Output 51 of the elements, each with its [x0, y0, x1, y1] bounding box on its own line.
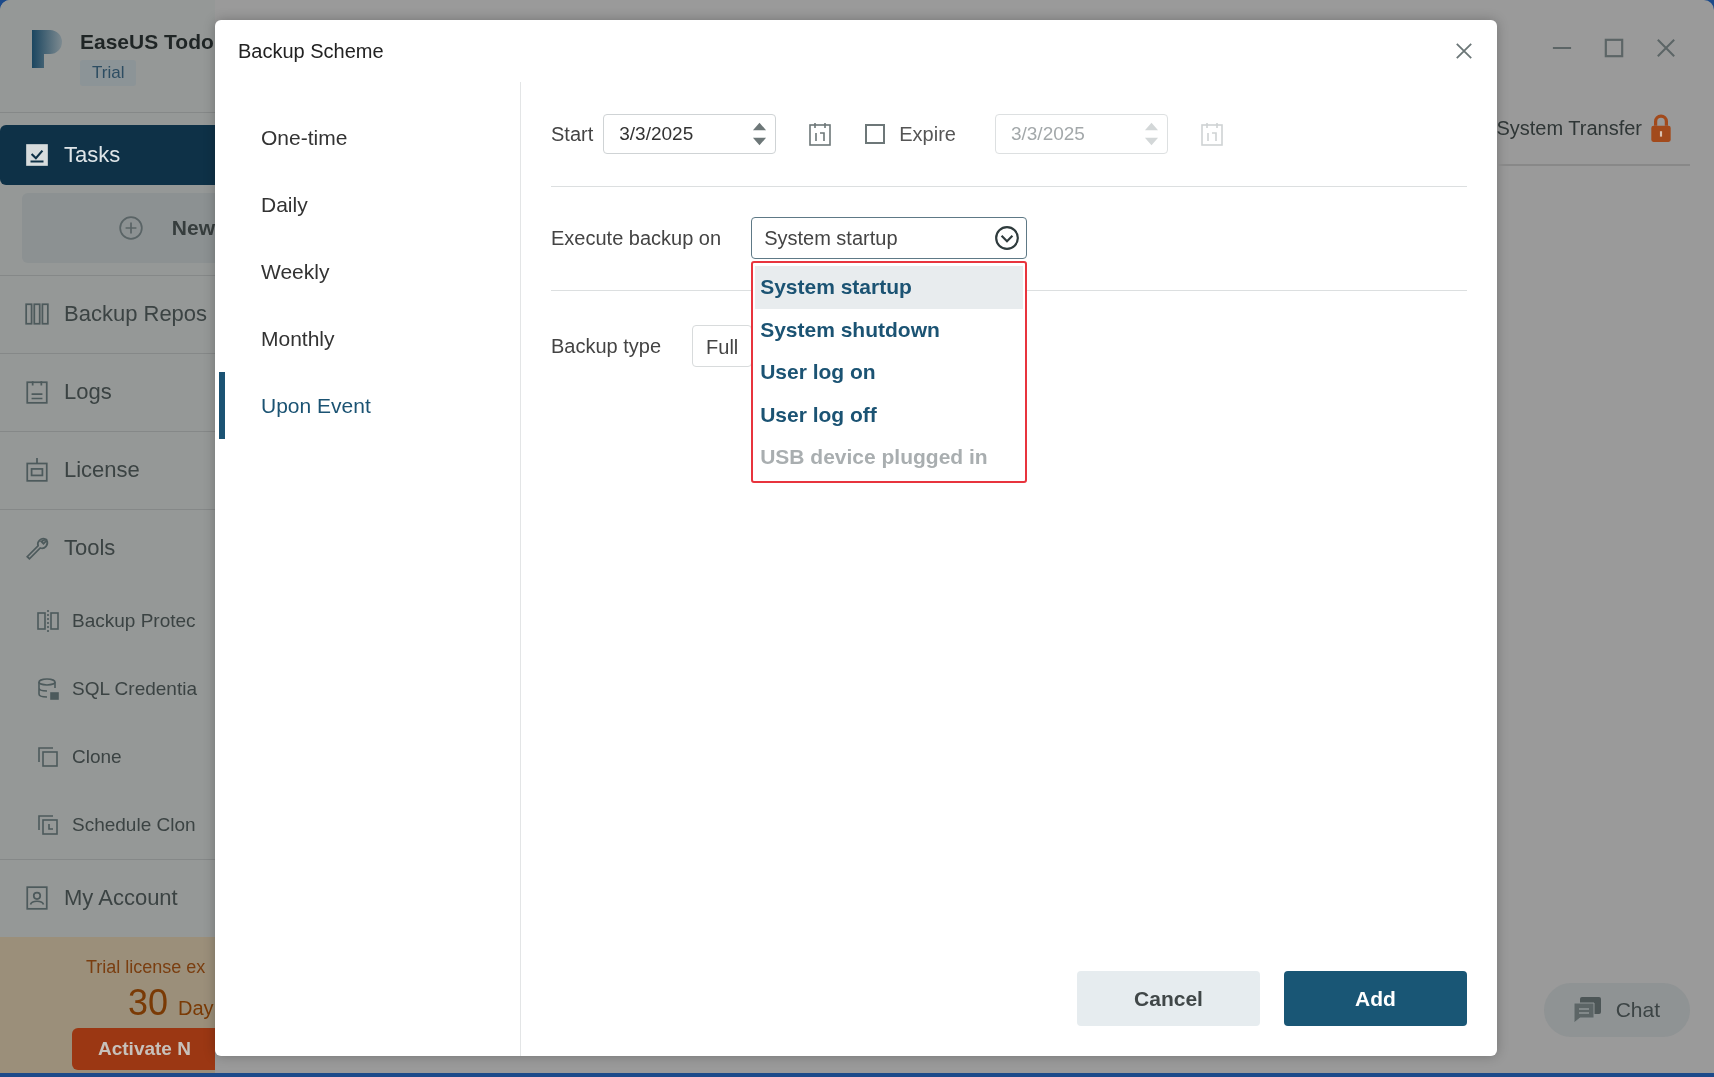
copy-icon [36, 744, 60, 769]
columns-icon [24, 301, 50, 328]
badge-icon [24, 457, 50, 484]
expire-label: Expire [899, 122, 956, 146]
nav-item[interactable]: Clone [0, 722, 215, 791]
nav-item[interactable]: SQL Credentia [0, 654, 215, 723]
database-lock-icon [36, 676, 60, 701]
nav-item[interactable]: Backup Protec [0, 586, 215, 655]
dropdown-option[interactable]: System startup [755, 266, 1024, 309]
event-dropdown[interactable]: System startup [751, 217, 1028, 259]
schedule-tab[interactable]: One-time [219, 104, 520, 171]
schedule-tab[interactable]: Upon Event [219, 372, 520, 439]
tasks-icon [24, 141, 50, 168]
new-task-button[interactable]: New [22, 192, 215, 263]
expire-checkbox[interactable] [865, 124, 886, 144]
add-button[interactable]: Add [1284, 971, 1467, 1026]
split-icon [36, 608, 60, 633]
nav-item[interactable]: Tasks [0, 124, 215, 185]
activate-button[interactable]: Activate N [72, 1027, 215, 1070]
clipboard-icon [24, 379, 50, 406]
start-label: Start [551, 122, 594, 146]
trial-badge: Trial [80, 60, 137, 86]
person-icon [24, 885, 50, 912]
maximize-icon[interactable] [1604, 38, 1624, 58]
chat-icon [1571, 996, 1602, 1024]
schedule-tab[interactable]: Monthly [219, 305, 520, 372]
calendar-icon[interactable] [809, 122, 832, 146]
cancel-button[interactable]: Cancel [1077, 971, 1260, 1026]
execute-label: Execute backup on [551, 226, 722, 250]
system-transfer-link[interactable]: System Transfer [1496, 114, 1672, 142]
dropdown-option[interactable]: User log off [755, 393, 1024, 436]
start-date-field[interactable]: 3/3/2025 [603, 114, 777, 154]
wrench-icon [24, 535, 50, 562]
app-title: EaseUS Todo [80, 30, 214, 54]
schedule-tab[interactable]: Weekly [219, 238, 520, 305]
trial-notice: Trial license ex [86, 956, 206, 978]
dropdown-option[interactable]: System shutdown [755, 308, 1024, 351]
days-count: 30 [128, 981, 169, 1024]
days-label: Day [178, 996, 214, 1020]
dialog-title: Backup Scheme [238, 39, 384, 63]
lock-icon [1650, 114, 1672, 142]
chevron-down-icon [994, 225, 1021, 251]
close-icon[interactable] [1455, 42, 1473, 60]
close-icon[interactable] [1656, 38, 1676, 58]
schedule-tab[interactable]: Daily [219, 171, 520, 238]
dropdown-option[interactable]: User log on [755, 351, 1024, 394]
backup-type-label: Backup type [551, 334, 662, 358]
plus-icon [117, 214, 144, 241]
copy-clock-icon [36, 812, 60, 837]
nav-item[interactable]: Schedule Clon [0, 790, 215, 859]
logo-icon [32, 30, 62, 68]
